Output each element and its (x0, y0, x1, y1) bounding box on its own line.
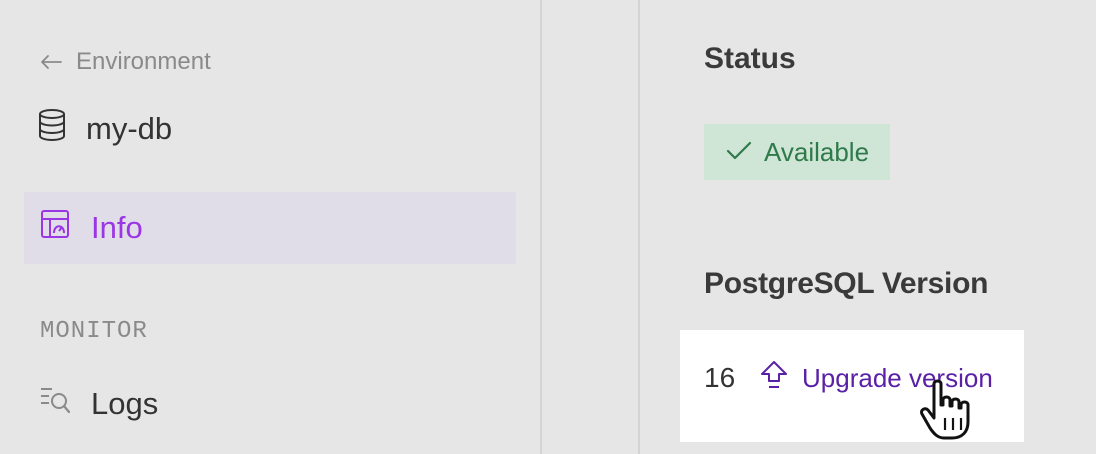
database-title: my-db (38, 108, 172, 150)
status-heading: Status (704, 42, 796, 75)
database-name: my-db (86, 111, 173, 146)
monitor-section-label: MONITOR (40, 318, 148, 345)
logs-search-icon (40, 386, 71, 422)
app-window: Environment my-db Info MONITOR Logs Stat… (0, 0, 1096, 454)
arrow-left-icon (40, 54, 62, 70)
content-divider (638, 0, 640, 454)
dashboard-icon (40, 209, 70, 247)
status-badge: Available (704, 124, 890, 180)
sidebar-item-info-label: Info (91, 210, 143, 245)
sidebar-item-logs-label: Logs (91, 386, 159, 421)
version-heading: PostgreSQL Version (704, 267, 989, 300)
spacer-column (542, 0, 638, 454)
upgrade-arrow-icon (760, 360, 788, 397)
database-icon (38, 109, 66, 149)
version-value: 16 (704, 362, 736, 393)
sidebar-item-info[interactable]: Info (24, 192, 516, 264)
hand-pointer-icon (918, 378, 980, 449)
back-link-label: Environment (76, 48, 211, 75)
sidebar: Environment my-db Info MONITOR Logs (0, 0, 540, 454)
sidebar-item-logs[interactable]: Logs (24, 368, 516, 440)
back-to-environment-link[interactable]: Environment (40, 46, 211, 78)
check-icon (726, 137, 752, 168)
status-value: Available (764, 136, 870, 167)
